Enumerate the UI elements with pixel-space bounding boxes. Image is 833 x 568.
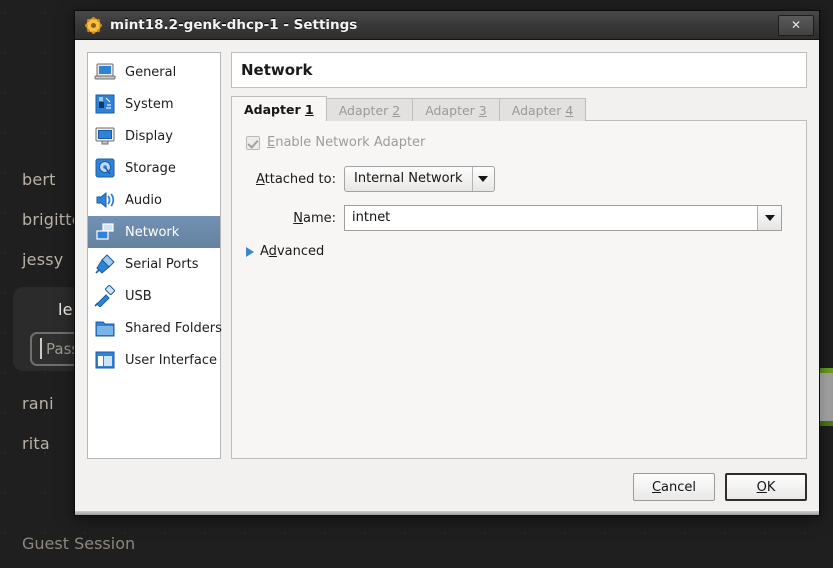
ok-button[interactable]: OK [725, 473, 807, 501]
text-caret [40, 338, 42, 359]
button-mnemonic: O [756, 479, 767, 495]
adapter-tabs: Adapter 1 Adapter 2 Adapter 3 Adapter 4 [231, 96, 807, 121]
network-cards-icon [96, 223, 114, 240]
advanced-label: Advanced [260, 244, 324, 259]
attached-to-row: Attached to: Internal Network [232, 166, 806, 192]
settings-page: Network Adapter 1 Adapter 2 Adapter 3 Ad… [231, 52, 807, 459]
label-rest: ame: [302, 210, 336, 226]
sidebar-item-label: Shared Folders [125, 320, 222, 336]
attached-to-value: Internal Network [354, 171, 463, 186]
tab-mnemonic: 2 [392, 103, 401, 118]
sidebar-item-label: USB [125, 288, 152, 304]
desktop-background: bert brigitte jessy lenny Password ludo … [0, 0, 833, 568]
label-mnemonic: A [255, 171, 265, 187]
tab-mnemonic: 4 [565, 103, 574, 118]
login-user-label: brigitte [22, 210, 82, 229]
tab-label: Adapter [511, 103, 566, 118]
sidebar-item-storage[interactable]: Storage [88, 152, 220, 184]
button-label: K [766, 479, 776, 495]
network-name-label: Name: [232, 211, 344, 226]
window-title: mint18.2-genk-dhcp-1 - Settings [110, 17, 358, 33]
page-title: Network [241, 61, 313, 79]
attached-to-label: Attached to: [232, 172, 344, 187]
network-name-combobox[interactable] [344, 205, 782, 231]
harddisk-icon [95, 158, 115, 178]
tab-adapter-2[interactable]: Adapter 2 [325, 98, 414, 121]
network-name-row: Name: [232, 205, 806, 231]
label-mnemonic: d [268, 244, 277, 259]
window-titlebar[interactable]: mint18.2-genk-dhcp-1 - Settings ✕ [75, 11, 819, 40]
tab-adapter-3[interactable]: Adapter 3 [412, 98, 500, 121]
sidebar-item-label: Network [125, 224, 180, 240]
sidebar-item-usb[interactable]: USB [88, 280, 220, 312]
enable-network-adapter-row[interactable]: Enable Network Adapter [232, 135, 806, 150]
settings-dialog: mint18.2-genk-dhcp-1 - Settings ✕ Genera… [74, 10, 820, 516]
tab-adapter-4[interactable]: Adapter 4 [498, 98, 587, 121]
speaker-icon [96, 191, 115, 209]
tab-label: Adapter [338, 103, 393, 118]
serial-plug-icon [95, 254, 115, 274]
label-mnemonic: E [267, 135, 276, 150]
chevron-down-icon [471, 167, 494, 191]
tab-label: Adapter [244, 102, 305, 117]
folder-icon [95, 321, 115, 337]
chevron-down-icon[interactable] [757, 206, 781, 230]
login-user-label: rita [22, 434, 50, 453]
sidebar-item-serial-ports[interactable]: Serial Ports [88, 248, 220, 280]
attached-to-dropdown[interactable]: Internal Network [344, 166, 495, 192]
close-icon[interactable]: ✕ [778, 15, 814, 36]
label-rest: ttached to: [264, 171, 336, 187]
advanced-expander[interactable]: Advanced [232, 244, 806, 259]
sidebar-item-shared-folders[interactable]: Shared Folders [88, 312, 222, 344]
sidebar-item-user-interface[interactable]: User Interface [88, 344, 220, 376]
sidebar-item-network[interactable]: Network [88, 216, 220, 248]
sidebar-item-label: Audio [125, 192, 162, 208]
sidebar-item-label: General [125, 64, 177, 80]
sidebar-item-label: User Interface [125, 352, 217, 368]
dialog-body: General System Display Storage Audio Net… [75, 40, 819, 459]
login-user-label: rani [22, 394, 54, 413]
label-rest: nable Network Adapter [275, 135, 426, 150]
settings-category-list: General System Display Storage Audio Net… [87, 52, 222, 459]
expander-triangle-icon [246, 246, 254, 257]
window-bottom-edge [75, 511, 819, 515]
cancel-button[interactable]: Cancel [633, 473, 715, 501]
adapter-1-panel: Enable Network Adapter Attached to: Inte… [231, 120, 807, 459]
tab-label: Adapter [425, 103, 479, 118]
sidebar-item-display[interactable]: Display [88, 120, 220, 152]
tab-mnemonic: 1 [304, 102, 314, 117]
page-header: Network [231, 52, 807, 88]
login-user-label: jessy [22, 250, 64, 269]
button-mnemonic: C [651, 479, 662, 495]
guest-session-button[interactable]: Guest Session [22, 534, 135, 553]
monitor-icon [95, 127, 115, 145]
label-rest: vanced [276, 244, 325, 259]
settings-gear-icon [85, 16, 102, 34]
label-prefix: A [260, 244, 269, 259]
sidebar-item-label: Serial Ports [125, 256, 199, 272]
sidebar-item-audio[interactable]: Audio [88, 184, 220, 216]
label-mnemonic: N [293, 210, 303, 226]
usb-plug-icon [94, 285, 116, 307]
button-label: ancel [661, 479, 697, 495]
motherboard-icon [95, 94, 115, 114]
enable-network-adapter-label: Enable Network Adapter [267, 135, 425, 150]
enable-network-adapter-checkbox[interactable] [246, 135, 260, 150]
sidebar-item-system[interactable]: System [88, 88, 220, 120]
login-user-label: bert [22, 170, 56, 189]
sidebar-item-label: Storage [125, 160, 176, 176]
tab-adapter-1[interactable]: Adapter 1 [231, 96, 327, 121]
sidebar-item-label: System [125, 96, 174, 112]
dialog-footer: Cancel OK [75, 459, 819, 515]
tab-mnemonic: 3 [478, 103, 487, 118]
sidebar-item-general[interactable]: General [88, 56, 220, 88]
sidebar-item-label: Display [125, 128, 173, 144]
laptop-icon [94, 63, 116, 80]
network-name-input[interactable] [345, 206, 757, 230]
window-layout-icon [95, 351, 115, 369]
